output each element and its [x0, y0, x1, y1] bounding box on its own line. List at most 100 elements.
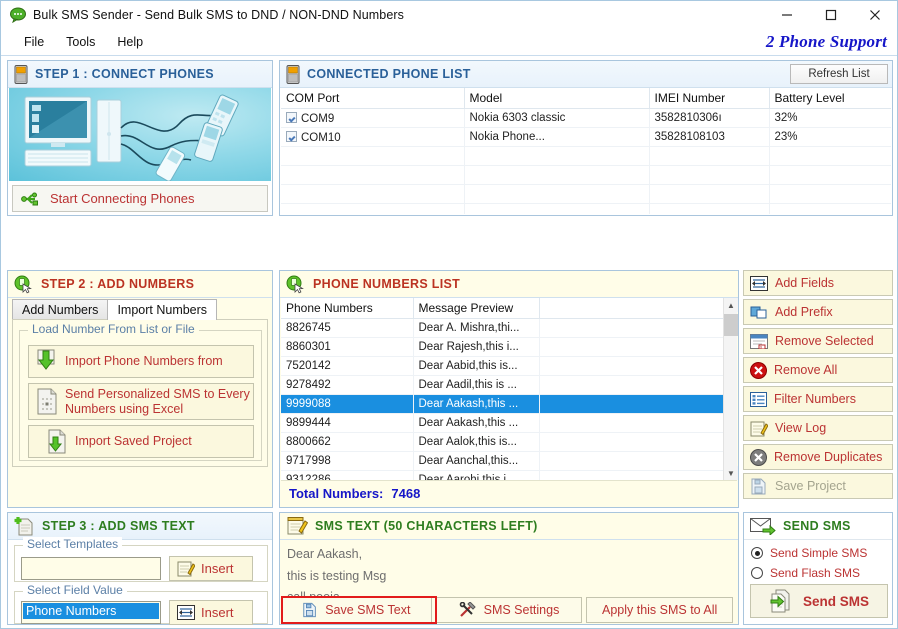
scrollbar-thumb[interactable]	[724, 314, 738, 336]
mobile-phone-icon	[14, 64, 28, 84]
start-connecting-phones-label: Start Connecting Phones	[50, 191, 195, 206]
cell-imei: 3582810306ı	[649, 108, 770, 128]
import-saved-project-button[interactable]: Import Saved Project	[28, 425, 254, 458]
port-checkbox[interactable]	[286, 111, 297, 123]
cell-phone-number[interactable]: 9717998	[281, 451, 414, 471]
field-value-list[interactable]: Phone Numbers	[21, 601, 161, 624]
col-battery: Battery Level	[769, 88, 891, 109]
cell-phone-number[interactable]: 9999088	[281, 394, 414, 414]
cell-message-preview[interactable]: Dear Aanchal,this...	[413, 451, 540, 471]
view-log-button[interactable]: View Log	[743, 415, 893, 441]
scroll-down-arrow[interactable]: ▼	[724, 466, 738, 480]
cell-phone-number[interactable]: 8800662	[281, 432, 414, 452]
tools-hammer-icon	[459, 602, 477, 618]
import-phone-numbers-button[interactable]: Import Phone Numbers from	[28, 345, 254, 378]
table-row[interactable]: 9717998 Dear Aanchal,this...	[281, 451, 725, 471]
table-row[interactable]: 8860301 Dear Rajesh,this i...	[281, 337, 725, 357]
table-row[interactable]: 9899444 Dear Aakash,this ...	[281, 413, 725, 433]
connected-phone-list-header: CONNECTED PHONE LIST Refresh List	[280, 61, 892, 88]
cell-message-preview[interactable]: Dear Rajesh,this i...	[413, 337, 540, 357]
green-phone-cursor-icon	[286, 275, 306, 294]
table-row-empty	[281, 184, 891, 204]
remove-duplicates-button[interactable]: Remove Duplicates	[743, 444, 893, 470]
cell-message-preview[interactable]: Dear Aalok,this is...	[413, 432, 540, 452]
sms-settings-button[interactable]: SMS Settings	[435, 597, 583, 623]
insert-template-label: Insert	[201, 561, 234, 576]
cell-empty	[769, 184, 891, 204]
table-row[interactable]: 7520142 Dear Aabid,this is...	[281, 356, 725, 376]
cell-message-preview[interactable]: Dear Aakash,this ...	[413, 394, 540, 414]
cell-message-preview[interactable]: Dear Aakash,this ...	[413, 413, 540, 433]
cell-phone-number[interactable]: 8860301	[281, 337, 414, 357]
insert-field-button[interactable]: Insert	[169, 600, 253, 625]
close-icon[interactable]	[853, 1, 897, 28]
field-value-selected-item[interactable]: Phone Numbers	[23, 603, 159, 619]
table-row[interactable]: COM9 Nokia 6303 classic 3582810306ı 32%	[281, 108, 891, 128]
scroll-up-arrow[interactable]: ▲	[724, 298, 738, 312]
send-personalized-sms-button[interactable]: Send Personalized SMS to Every Numbers u…	[28, 383, 254, 420]
send-simple-sms-radio[interactable]: Send Simple SMS	[751, 546, 892, 560]
cell-com-port[interactable]: COM10	[281, 127, 465, 147]
step2-title: STEP 2 : ADD NUMBERS	[41, 277, 195, 291]
table-row[interactable]: 8826745 Dear A. Mishra,thi...	[281, 318, 725, 338]
table-row[interactable]: 9278492 Dear Aadil,this is ...	[281, 375, 725, 395]
apply-sms-to-all-button[interactable]: Apply this SMS to All	[586, 597, 733, 623]
phone-numbers-scrollbar[interactable]: ▲ ▼	[723, 298, 738, 480]
remove-selected-button[interactable]: x Remove Selected	[743, 328, 893, 354]
refresh-list-button[interactable]: Refresh List	[790, 64, 888, 84]
cell-message-preview[interactable]: Dear Aarohi,this i...	[413, 470, 540, 480]
window-title: Bulk SMS Sender - Send Bulk SMS to DND /…	[33, 7, 404, 22]
send-sms-panel: SEND SMS Send Simple SMS Send Flash SMS …	[743, 512, 893, 625]
cell-empty	[464, 165, 650, 185]
cell-phone-number[interactable]: 8826745	[281, 318, 414, 338]
sms-text-header: SMS TEXT (50 CHARACTERS LEFT)	[280, 513, 738, 540]
insert-template-button[interactable]: Insert	[169, 556, 253, 581]
connected-phone-list-title: CONNECTED PHONE LIST	[307, 67, 471, 81]
phone-numbers-table-body: 8826745 Dear A. Mishra,thi... 8860301 Dear…	[281, 318, 725, 480]
filter-numbers-button[interactable]: Filter Numbers	[743, 386, 893, 412]
menu-item-tools[interactable]: Tools	[55, 33, 106, 51]
start-connecting-phones-button[interactable]: Start Connecting Phones	[12, 185, 268, 212]
add-prefix-button[interactable]: Add Prefix	[743, 299, 893, 325]
port-checkbox[interactable]	[286, 130, 297, 142]
send-flash-sms-radio[interactable]: Send Flash SMS	[751, 566, 892, 580]
menu-item-help[interactable]: Help	[106, 33, 154, 51]
cell-blank	[539, 375, 725, 395]
menu-item-file[interactable]: File	[13, 33, 55, 51]
step1-title: STEP 1 : CONNECT PHONES	[35, 67, 214, 81]
cell-phone-number[interactable]: 9312286	[281, 470, 414, 480]
minimize-icon[interactable]	[765, 1, 809, 28]
send-simple-sms-radio-dot[interactable]	[751, 547, 763, 559]
table-row-empty	[281, 203, 891, 214]
table-row[interactable]: 9999088 Dear Aakash,this ...	[281, 394, 725, 414]
add-fields-button[interactable]: Add Fields	[743, 270, 893, 296]
save-sms-text-button[interactable]: Save SMS Text	[281, 597, 432, 623]
table-row-empty	[281, 165, 891, 185]
cell-message-preview[interactable]: Dear Aabid,this is...	[413, 356, 540, 376]
tab-add-numbers[interactable]: Add Numbers	[12, 299, 109, 320]
remove-all-button[interactable]: Remove All	[743, 357, 893, 383]
tab-import-numbers[interactable]: Import Numbers	[107, 299, 218, 320]
template-input[interactable]	[21, 557, 161, 580]
sms-text-editor[interactable]: Dear Aakash, this is testing Msg call po…	[281, 540, 737, 604]
table-row[interactable]: 8800662 Dear Aalok,this is...	[281, 432, 725, 452]
cell-phone-number[interactable]: 7520142	[281, 356, 414, 376]
send-flash-sms-radio-dot[interactable]	[751, 567, 763, 579]
send-sms-button[interactable]: Send SMS	[750, 584, 888, 618]
table-row[interactable]: 9312286 Dear Aarohi,this i...	[281, 470, 725, 480]
cell-blank	[539, 470, 725, 480]
maximize-icon[interactable]	[809, 1, 853, 28]
cell-message-preview[interactable]: Dear Aadil,this is ...	[413, 375, 540, 395]
cell-empty	[769, 146, 891, 166]
computer-connected-to-phones-illustration	[9, 88, 271, 181]
add-fields-icon	[177, 605, 195, 620]
save-project-icon	[750, 478, 768, 495]
send-personalized-sms-label: Send Personalized SMS to Every Numbers u…	[65, 387, 250, 416]
cell-com-port[interactable]: COM9	[281, 108, 465, 128]
cell-message-preview[interactable]: Dear A. Mishra,thi...	[413, 318, 540, 338]
save-project-button[interactable]: Save Project	[743, 473, 893, 499]
table-row[interactable]: COM10 Nokia Phone... 35828108103 23%	[281, 127, 891, 147]
total-numbers-label: Total Numbers:	[289, 486, 384, 501]
cell-phone-number[interactable]: 9278492	[281, 375, 414, 395]
cell-phone-number[interactable]: 9899444	[281, 413, 414, 433]
